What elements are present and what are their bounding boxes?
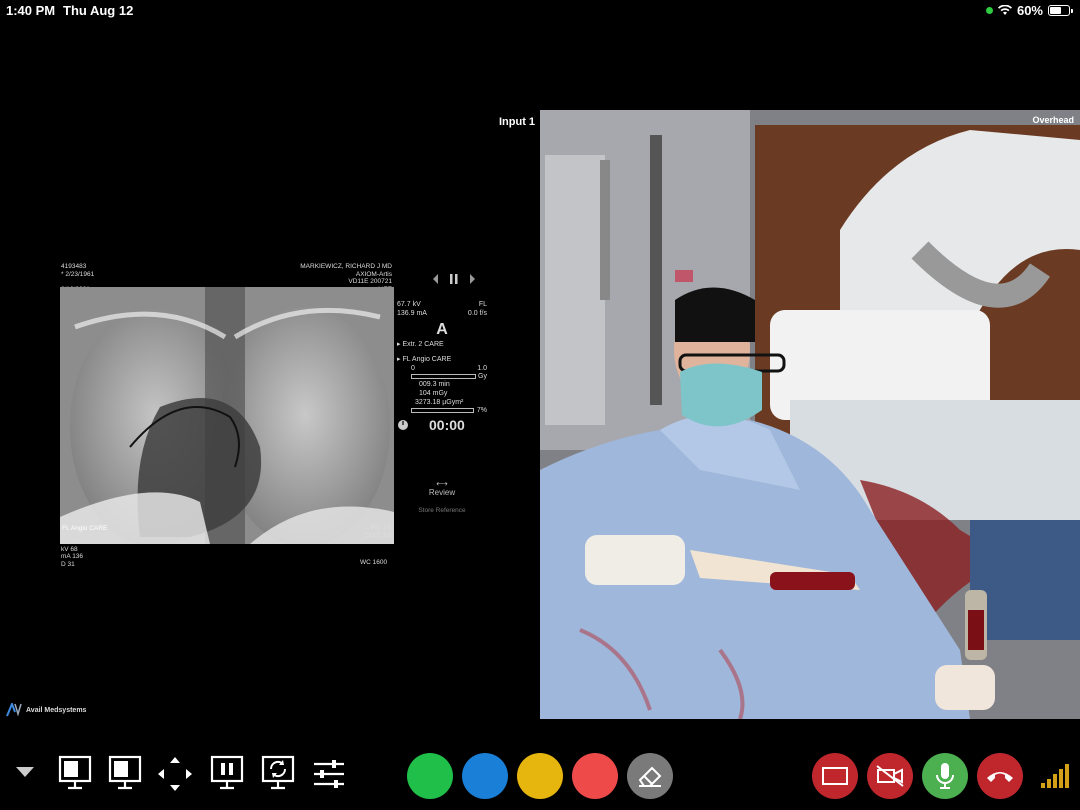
microphone-icon (936, 763, 954, 789)
battery-icon (1048, 5, 1073, 16)
dose-bar (411, 374, 477, 379)
avail-logo-icon (6, 703, 22, 717)
review-label: Review (428, 488, 456, 497)
kv-value: 67.7 kV (397, 301, 421, 308)
wifi-icon (997, 5, 1012, 15)
image-right-label: L BS: 1% COO: 1% (364, 524, 392, 539)
dap-value: 3273.18 µGym² (415, 399, 464, 406)
ma-value: 136.9 mA (397, 310, 427, 317)
review-button[interactable]: ⟷ Review (397, 479, 487, 497)
layout-right-icon (108, 755, 142, 790)
temp-percent: 7% (476, 407, 487, 414)
camera-active-dot (985, 7, 993, 14)
pen-color-blue-button[interactable] (462, 753, 508, 799)
pen-color-yellow-button[interactable] (517, 753, 563, 799)
extr-value: Extr. 2 CARE (402, 341, 444, 348)
store-reference-button[interactable]: Store Reference (397, 507, 487, 514)
layout-right-button[interactable] (108, 755, 142, 793)
video-off-icon (876, 765, 904, 787)
scale-max: 1.0 (477, 365, 487, 372)
swap-display-button[interactable] (261, 755, 295, 793)
collapse-toolbar-button[interactable] (14, 755, 36, 793)
fl-label: FL (478, 301, 487, 308)
pen-color-green-button[interactable] (407, 753, 453, 799)
bottom-toolbar (0, 740, 1080, 810)
wc-value: WC 1600 (360, 559, 388, 566)
pause-screen-icon (210, 755, 244, 790)
overhead-camera-feed[interactable]: Overhead (540, 110, 1080, 719)
review-arrows-icon: ⟷ (436, 479, 448, 488)
fluoro-time: 009.3 min (419, 381, 450, 388)
settings-sliders-button[interactable] (312, 755, 346, 793)
avail-logo-text: Avail Medsystems (26, 706, 87, 714)
input-label: Input 1 (499, 116, 536, 128)
status-right: 60% (985, 3, 1073, 18)
screen-icon (822, 767, 848, 785)
pan-camera-button[interactable] (158, 755, 192, 793)
status-bar: 1:40 PM Thu Aug 12 60% (0, 0, 1080, 22)
playback-controls[interactable] (432, 272, 476, 284)
video-toggle-button[interactable] (867, 753, 913, 799)
overhead-label: Overhead (1032, 115, 1074, 125)
battery-percent: 60% (1016, 3, 1043, 18)
gy-unit: Gy (478, 373, 487, 380)
scale-min: 0 (411, 365, 415, 372)
operating-room-video (540, 110, 1080, 719)
temperature-bar (411, 408, 474, 413)
dose-side-panel: 67.7 kV FL 136.9 mA 0.0 f/s A ▸ Extr. 2 CA… (397, 301, 487, 514)
program-value: FL Angio CARE (402, 356, 452, 363)
timer-icon (398, 420, 408, 430)
sliders-icon (314, 760, 344, 788)
move-arrows-icon (158, 757, 192, 791)
acquisition-params: cm 46 kV 68 mA 136 D 31 (61, 538, 84, 568)
swap-screen-icon (261, 755, 295, 790)
eraser-icon (638, 766, 662, 787)
orientation-label: A (436, 321, 448, 338)
dose-value: 104 mGy (419, 390, 448, 397)
timer-value: 00:00 (429, 417, 465, 433)
layout-left-button[interactable] (58, 755, 92, 793)
end-call-button[interactable] (977, 753, 1023, 799)
chest-xray-graphic: FL Angio CARE (60, 287, 394, 544)
image-left-label: FL Angio CARE (62, 525, 108, 532)
signal-strength-icon (1040, 762, 1072, 795)
triangle-down-icon (16, 767, 34, 777)
hang-up-icon (987, 772, 1013, 782)
screen-share-button[interactable] (812, 753, 858, 799)
status-date: Thu Aug 12 (63, 3, 134, 18)
status-time: 1:40 PM (6, 3, 56, 18)
xray-image[interactable]: FL Angio CARE (60, 287, 394, 544)
fps-value: 0.0 f/s (467, 310, 487, 317)
eraser-button[interactable] (627, 753, 673, 799)
playback-controls-icon (433, 274, 475, 284)
pause-display-button[interactable] (210, 755, 244, 793)
avail-logo: Avail Medsystems (6, 703, 86, 717)
pen-color-red-button[interactable] (572, 753, 618, 799)
layout-left-icon (58, 755, 92, 790)
microphone-button[interactable] (922, 753, 968, 799)
